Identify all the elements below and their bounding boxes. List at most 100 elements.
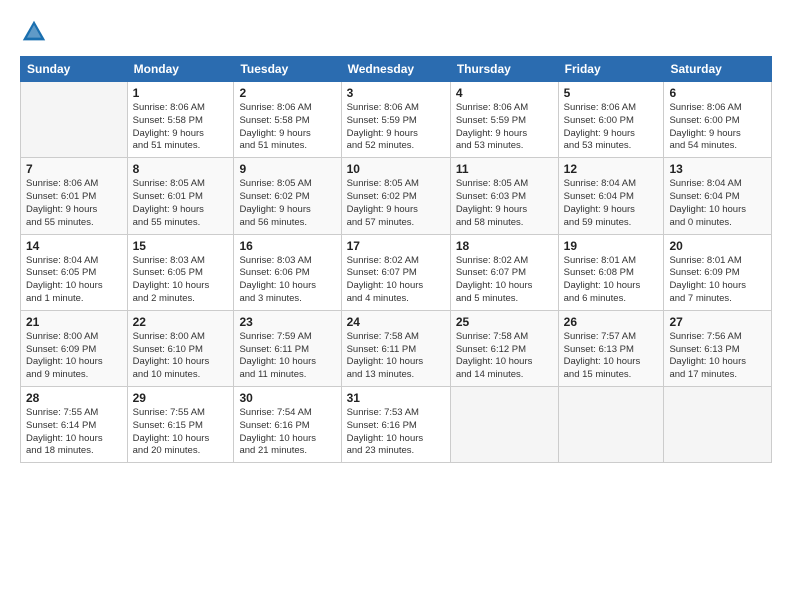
header-monday: Monday: [127, 57, 234, 82]
date-number: 2: [239, 86, 335, 100]
date-number: 25: [456, 315, 553, 329]
header-thursday: Thursday: [450, 57, 558, 82]
calendar-cell: 15 Sunrise: 8:03 AMSunset: 6:05 PMDayligh…: [127, 234, 234, 310]
calendar-cell: 31Sunrise: 7:53 AMSunset: 6:16 PMDayligh…: [341, 387, 450, 463]
cell-info: Sunrise: 7:54 AMSunset: 6:16 PMDaylight:…: [239, 407, 335, 458]
calendar-cell: 2 Sunrise: 8:06 AMSunset: 5:58 PMDaylight…: [234, 82, 341, 158]
cell-info: Sunrise: 7:56 AMSunset: 6:13 PMDaylight:…: [669, 331, 766, 382]
calendar-cell: 9 Sunrise: 8:05 AMSunset: 6:02 PMDaylight…: [234, 158, 341, 234]
date-number: 19: [564, 239, 659, 253]
calendar-cell: [558, 387, 664, 463]
date-number: 5: [564, 86, 659, 100]
calendar-cell: 4 Sunrise: 8:06 AMSunset: 5:59 PMDaylight…: [450, 82, 558, 158]
header-row: SundayMondayTuesdayWednesdayThursdayFrid…: [21, 57, 772, 82]
cell-info: Sunrise: 7:58 AMSunset: 6:12 PMDaylight:…: [456, 331, 553, 382]
cell-info: Sunrise: 8:05 AMSunset: 6:03 PMDaylight:…: [456, 178, 553, 229]
cell-info: Sunrise: 8:06 AMSunset: 5:58 PMDaylight:…: [133, 102, 229, 153]
calendar-table: SundayMondayTuesdayWednesdayThursdayFrid…: [20, 56, 772, 463]
calendar-cell: [450, 387, 558, 463]
cell-info: Sunrise: 7:59 AMSunset: 6:11 PMDaylight:…: [239, 331, 335, 382]
cell-info: Sunrise: 8:04 AMSunset: 6:04 PMDaylight:…: [669, 178, 766, 229]
calendar-cell: 12 Sunrise: 8:04 AMSunset: 6:04 PMDayligh…: [558, 158, 664, 234]
date-number: 24: [347, 315, 445, 329]
week-row-1: 1 Sunrise: 8:06 AMSunset: 5:58 PMDaylight…: [21, 82, 772, 158]
date-number: 22: [133, 315, 229, 329]
date-number: 4: [456, 86, 553, 100]
calendar-cell: [664, 387, 772, 463]
calendar-cell: 25 Sunrise: 7:58 AMSunset: 6:12 PMDayligh…: [450, 310, 558, 386]
week-row-4: 21 Sunrise: 8:00 AMSunset: 6:09 PMDayligh…: [21, 310, 772, 386]
cell-info: Sunrise: 8:06 AMSunset: 5:59 PMDaylight:…: [347, 102, 445, 153]
calendar-cell: 22 Sunrise: 8:00 AMSunset: 6:10 PMDayligh…: [127, 310, 234, 386]
calendar-cell: 19Sunrise: 8:01 AMSunset: 6:08 PMDayligh…: [558, 234, 664, 310]
header-tuesday: Tuesday: [234, 57, 341, 82]
calendar-cell: 26 Sunrise: 7:57 AMSunset: 6:13 PMDayligh…: [558, 310, 664, 386]
cell-info: Sunrise: 8:03 AMSunset: 6:05 PMDaylight:…: [133, 255, 229, 306]
header-friday: Friday: [558, 57, 664, 82]
cell-info: Sunrise: 8:05 AMSunset: 6:01 PMDaylight:…: [133, 178, 229, 229]
logo: [20, 18, 50, 46]
cell-info: Sunrise: 8:01 AMSunset: 6:09 PMDaylight:…: [669, 255, 766, 306]
page: SundayMondayTuesdayWednesdayThursdayFrid…: [0, 0, 792, 612]
cell-info: Sunrise: 8:04 AMSunset: 6:04 PMDaylight:…: [564, 178, 659, 229]
date-number: 30: [239, 391, 335, 405]
cell-info: Sunrise: 7:57 AMSunset: 6:13 PMDaylight:…: [564, 331, 659, 382]
calendar-cell: 21 Sunrise: 8:00 AMSunset: 6:09 PMDayligh…: [21, 310, 128, 386]
cell-info: Sunrise: 8:02 AMSunset: 6:07 PMDaylight:…: [347, 255, 445, 306]
header-sunday: Sunday: [21, 57, 128, 82]
cell-info: Sunrise: 8:06 AMSunset: 5:59 PMDaylight:…: [456, 102, 553, 153]
cell-info: Sunrise: 8:06 AMSunset: 6:00 PMDaylight:…: [564, 102, 659, 153]
calendar-cell: 17 Sunrise: 8:02 AMSunset: 6:07 PMDayligh…: [341, 234, 450, 310]
date-number: 13: [669, 162, 766, 176]
calendar-cell: [21, 82, 128, 158]
calendar-cell: 13 Sunrise: 8:04 AMSunset: 6:04 PMDayligh…: [664, 158, 772, 234]
date-number: 8: [133, 162, 229, 176]
calendar-cell: 10 Sunrise: 8:05 AMSunset: 6:02 PMDayligh…: [341, 158, 450, 234]
calendar-cell: 6 Sunrise: 8:06 AMSunset: 6:00 PMDaylight…: [664, 82, 772, 158]
cell-info: Sunrise: 8:00 AMSunset: 6:10 PMDaylight:…: [133, 331, 229, 382]
calendar-cell: 5 Sunrise: 8:06 AMSunset: 6:00 PMDaylight…: [558, 82, 664, 158]
calendar-cell: 16 Sunrise: 8:03 AMSunset: 6:06 PMDayligh…: [234, 234, 341, 310]
cell-info: Sunrise: 8:03 AMSunset: 6:06 PMDaylight:…: [239, 255, 335, 306]
date-number: 11: [456, 162, 553, 176]
cell-info: Sunrise: 8:04 AMSunset: 6:05 PMDaylight:…: [26, 255, 122, 306]
calendar-cell: 1 Sunrise: 8:06 AMSunset: 5:58 PMDaylight…: [127, 82, 234, 158]
cell-info: Sunrise: 7:55 AMSunset: 6:15 PMDaylight:…: [133, 407, 229, 458]
calendar-cell: 7Sunrise: 8:06 AMSunset: 6:01 PMDaylight…: [21, 158, 128, 234]
cell-info: Sunrise: 7:53 AMSunset: 6:16 PMDaylight:…: [347, 407, 445, 458]
date-number: 21: [26, 315, 122, 329]
cell-info: Sunrise: 8:00 AMSunset: 6:09 PMDaylight:…: [26, 331, 122, 382]
calendar-cell: 23Sunrise: 7:59 AMSunset: 6:11 PMDayligh…: [234, 310, 341, 386]
calendar-cell: 11 Sunrise: 8:05 AMSunset: 6:03 PMDayligh…: [450, 158, 558, 234]
date-number: 14: [26, 239, 122, 253]
date-number: 29: [133, 391, 229, 405]
date-number: 18: [456, 239, 553, 253]
cell-info: Sunrise: 7:58 AMSunset: 6:11 PMDaylight:…: [347, 331, 445, 382]
calendar-cell: 20 Sunrise: 8:01 AMSunset: 6:09 PMDayligh…: [664, 234, 772, 310]
date-number: 10: [347, 162, 445, 176]
date-number: 1: [133, 86, 229, 100]
date-number: 20: [669, 239, 766, 253]
calendar-cell: 29 Sunrise: 7:55 AMSunset: 6:15 PMDayligh…: [127, 387, 234, 463]
week-row-2: 7Sunrise: 8:06 AMSunset: 6:01 PMDaylight…: [21, 158, 772, 234]
date-number: 17: [347, 239, 445, 253]
date-number: 16: [239, 239, 335, 253]
calendar-cell: 28Sunrise: 7:55 AMSunset: 6:14 PMDayligh…: [21, 387, 128, 463]
date-number: 26: [564, 315, 659, 329]
date-number: 3: [347, 86, 445, 100]
date-number: 7: [26, 162, 122, 176]
calendar-cell: 27 Sunrise: 7:56 AMSunset: 6:13 PMDayligh…: [664, 310, 772, 386]
date-number: 6: [669, 86, 766, 100]
calendar-cell: 18Sunrise: 8:02 AMSunset: 6:07 PMDayligh…: [450, 234, 558, 310]
cell-info: Sunrise: 8:06 AMSunset: 5:58 PMDaylight:…: [239, 102, 335, 153]
calendar-cell: 24 Sunrise: 7:58 AMSunset: 6:11 PMDayligh…: [341, 310, 450, 386]
date-number: 9: [239, 162, 335, 176]
cell-info: Sunrise: 8:06 AMSunset: 6:00 PMDaylight:…: [669, 102, 766, 153]
date-number: 15: [133, 239, 229, 253]
cell-info: Sunrise: 8:05 AMSunset: 6:02 PMDaylight:…: [347, 178, 445, 229]
cell-info: Sunrise: 8:05 AMSunset: 6:02 PMDaylight:…: [239, 178, 335, 229]
logo-icon: [20, 18, 48, 46]
date-number: 12: [564, 162, 659, 176]
date-number: 27: [669, 315, 766, 329]
date-number: 28: [26, 391, 122, 405]
